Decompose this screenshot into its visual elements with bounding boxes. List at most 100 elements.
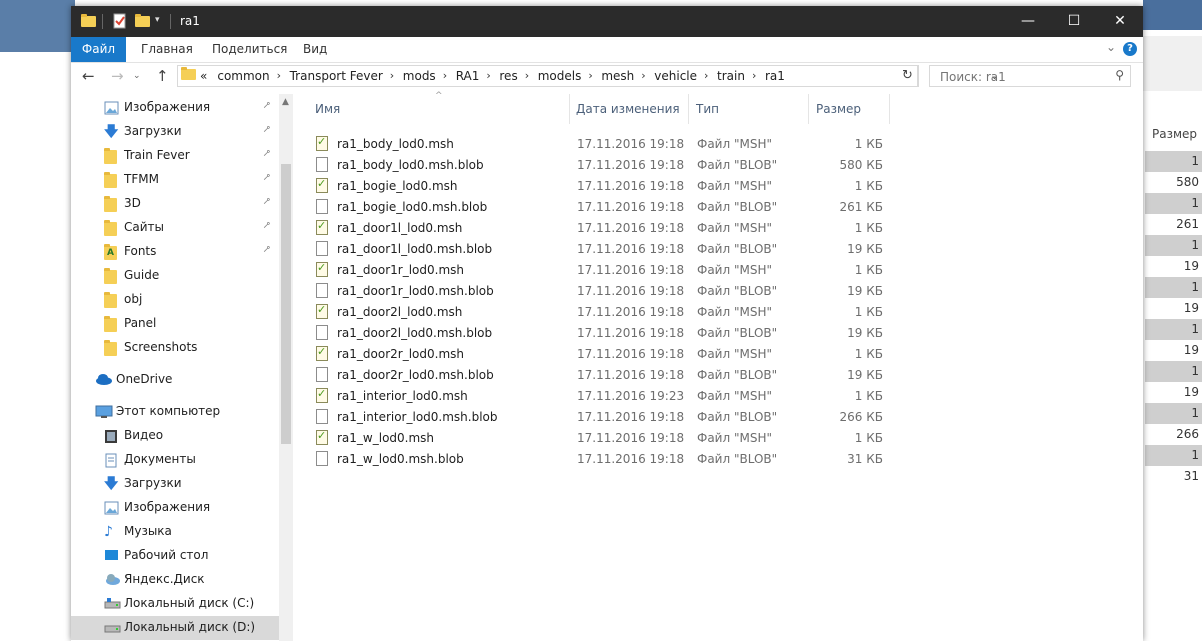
- column-header-size[interactable]: Размер: [816, 98, 861, 120]
- sidebar-item[interactable]: TFMM ⊸: [71, 168, 281, 192]
- sidebar-item[interactable]: 🡇 Загрузки: [71, 472, 281, 496]
- sidebar-item[interactable]: Этот компьютер: [71, 400, 281, 424]
- tab-file[interactable]: Файл: [71, 37, 126, 62]
- file-row[interactable]: ra1_w_lod0.msh 17.11.2016 19:18 Файл "MSH"…: [311, 428, 891, 449]
- breadcrumb-item[interactable]: train: [717, 66, 745, 86]
- search-box[interactable]: ⚲: [929, 65, 1131, 87]
- file-type: Файл "MSH": [697, 137, 772, 151]
- recent-locations-chevron-icon[interactable]: ⌄: [133, 71, 141, 81]
- file-row[interactable]: ra1_door1l_lod0.msh 17.11.2016 19:18 Файл …: [311, 218, 891, 239]
- close-button[interactable]: ✕: [1097, 6, 1143, 37]
- pin-icon[interactable]: ⊸: [260, 171, 274, 185]
- file-row[interactable]: ra1_bogie_lod0.msh.blob 17.11.2016 19:18 Ф…: [311, 197, 891, 218]
- file-row[interactable]: ra1_door1r_lod0.msh.blob 17.11.2016 19:18…: [311, 281, 891, 302]
- sidebar-item[interactable]: obj: [71, 288, 281, 312]
- navigation-pane-scrollbar[interactable]: ▲: [279, 94, 293, 641]
- sort-ascending-icon: ^: [435, 91, 443, 101]
- properties-icon[interactable]: [113, 13, 127, 29]
- scrollbar-thumb[interactable]: [281, 164, 291, 444]
- sidebar-item[interactable]: Screenshots: [71, 336, 281, 360]
- breadcrumb-separator-icon[interactable]: ›: [277, 66, 281, 86]
- sidebar-item[interactable]: Рабочий стол: [71, 544, 281, 568]
- file-row[interactable]: ra1_body_lod0.msh.blob 17.11.2016 19:18 Фа…: [311, 155, 891, 176]
- pin-icon[interactable]: ⊸: [260, 195, 274, 209]
- breadcrumb-item[interactable]: common: [217, 66, 269, 86]
- sidebar-item[interactable]: Panel: [71, 312, 281, 336]
- search-input[interactable]: [938, 67, 1102, 87]
- sidebar-item[interactable]: Локальный диск (D:): [71, 616, 281, 640]
- breadcrumb-separator-icon[interactable]: ›: [641, 66, 645, 86]
- breadcrumb-item[interactable]: mods: [403, 66, 436, 86]
- breadcrumb-separator-icon[interactable]: ›: [752, 66, 756, 86]
- pin-icon[interactable]: ⊸: [260, 243, 274, 257]
- sidebar-item[interactable]: A Fonts ⊸: [71, 240, 281, 264]
- sidebar-item[interactable]: Локальный диск (C:): [71, 592, 281, 616]
- breadcrumb-separator-icon[interactable]: ›: [486, 66, 490, 86]
- pin-icon[interactable]: ⊸: [260, 219, 274, 233]
- file-row[interactable]: ra1_door2l_lod0.msh.blob 17.11.2016 19:18…: [311, 323, 891, 344]
- sidebar-item[interactable]: OneDrive: [71, 368, 281, 392]
- pin-icon[interactable]: ⊸: [260, 99, 274, 113]
- customize-quick-access-icon[interactable]: ▾: [155, 15, 169, 31]
- tab-home[interactable]: Главная: [141, 37, 193, 62]
- file-row[interactable]: ra1_door2r_lod0.msh.blob 17.11.2016 19:18…: [311, 365, 891, 386]
- column-header-date[interactable]: Дата изменения: [576, 98, 680, 120]
- maximize-button[interactable]: ☐: [1051, 6, 1097, 37]
- refresh-button[interactable]: ↻: [898, 65, 918, 87]
- file-row[interactable]: ra1_interior_lod0.msh 17.11.2016 19:23 Фай…: [311, 386, 891, 407]
- breadcrumb-overflow[interactable]: «: [200, 66, 207, 86]
- help-icon[interactable]: ?: [1123, 42, 1137, 56]
- file-row[interactable]: ra1_w_lod0.msh.blob 17.11.2016 19:18 Файл …: [311, 449, 891, 470]
- column-header-name[interactable]: Имя: [315, 98, 340, 120]
- file-row[interactable]: ra1_door1r_lod0.msh 17.11.2016 19:18 Файл …: [311, 260, 891, 281]
- file-type: Файл "MSH": [697, 431, 772, 445]
- up-arrow-icon[interactable]: ↑: [156, 67, 169, 85]
- divider: [102, 14, 103, 29]
- sidebar-item[interactable]: 3D ⊸: [71, 192, 281, 216]
- minimize-button[interactable]: —: [1005, 6, 1051, 37]
- breadcrumb-item[interactable]: models: [538, 66, 582, 86]
- breadcrumb-item[interactable]: ra1: [765, 66, 785, 86]
- breadcrumb-item[interactable]: mesh: [601, 66, 634, 86]
- pin-icon[interactable]: ⊸: [260, 147, 274, 161]
- file-name: ra1_bogie_lod0.msh: [337, 179, 458, 193]
- file-row[interactable]: ra1_door2r_lod0.msh 17.11.2016 19:18 Файл …: [311, 344, 891, 365]
- pin-icon[interactable]: ⊸: [260, 123, 274, 137]
- sidebar-item[interactable]: Яндекс.Диск: [71, 568, 281, 592]
- forward-arrow-icon[interactable]: →: [111, 67, 124, 85]
- breadcrumb-item[interactable]: Transport Fever: [290, 66, 383, 86]
- sidebar-item[interactable]: Документы: [71, 448, 281, 472]
- sidebar-item[interactable]: Видео: [71, 424, 281, 448]
- sidebar-item[interactable]: Изображения ⊸: [71, 96, 281, 120]
- sidebar-item[interactable]: Изображения: [71, 496, 281, 520]
- file-row[interactable]: ra1_bogie_lod0.msh 17.11.2016 19:18 Файл "…: [311, 176, 891, 197]
- breadcrumb-separator-icon[interactable]: ›: [525, 66, 529, 86]
- tab-share[interactable]: Поделиться: [212, 37, 287, 62]
- file-row[interactable]: ra1_door2l_lod0.msh 17.11.2016 19:18 Файл …: [311, 302, 891, 323]
- background-size-cell: 1: [1145, 403, 1202, 424]
- sidebar-item[interactable]: ♪ Музыка: [71, 520, 281, 544]
- breadcrumb-item[interactable]: vehicle: [654, 66, 697, 86]
- file-row[interactable]: ra1_interior_lod0.msh.blob 17.11.2016 19:…: [311, 407, 891, 428]
- tab-view[interactable]: Вид: [303, 37, 327, 62]
- breadcrumb-item[interactable]: res: [499, 66, 517, 86]
- expand-ribbon-chevron-icon[interactable]: ⌄: [1106, 40, 1116, 54]
- sidebar-item[interactable]: Guide: [71, 264, 281, 288]
- breadcrumb-separator-icon[interactable]: ›: [390, 66, 394, 86]
- scroll-up-arrow-icon[interactable]: ▲: [282, 97, 289, 107]
- file-row[interactable]: ra1_body_lod0.msh 17.11.2016 19:18 Файл "M…: [311, 134, 891, 155]
- breadcrumb-separator-icon[interactable]: ›: [704, 66, 708, 86]
- file-size: 19 КБ: [847, 326, 883, 340]
- sidebar-item[interactable]: Сайты ⊸: [71, 216, 281, 240]
- back-arrow-icon[interactable]: ←: [82, 67, 95, 85]
- file-row[interactable]: ra1_door1l_lod0.msh.blob 17.11.2016 19:18…: [311, 239, 891, 260]
- column-header-type[interactable]: Тип: [696, 98, 719, 120]
- sidebar-item[interactable]: 🡇 Загрузки ⊸: [71, 120, 281, 144]
- breadcrumb-item[interactable]: RA1: [456, 66, 480, 86]
- breadcrumb-separator-icon[interactable]: ›: [443, 66, 447, 86]
- breadcrumb-separator-icon[interactable]: ›: [588, 66, 592, 86]
- address-bar[interactable]: « common › Transport Fever › mods › RA1 › res › mod…: [177, 65, 999, 87]
- new-folder-icon[interactable]: [135, 13, 150, 29]
- sidebar-item[interactable]: Train Fever ⊸: [71, 144, 281, 168]
- background-window-edge: [0, 0, 75, 52]
